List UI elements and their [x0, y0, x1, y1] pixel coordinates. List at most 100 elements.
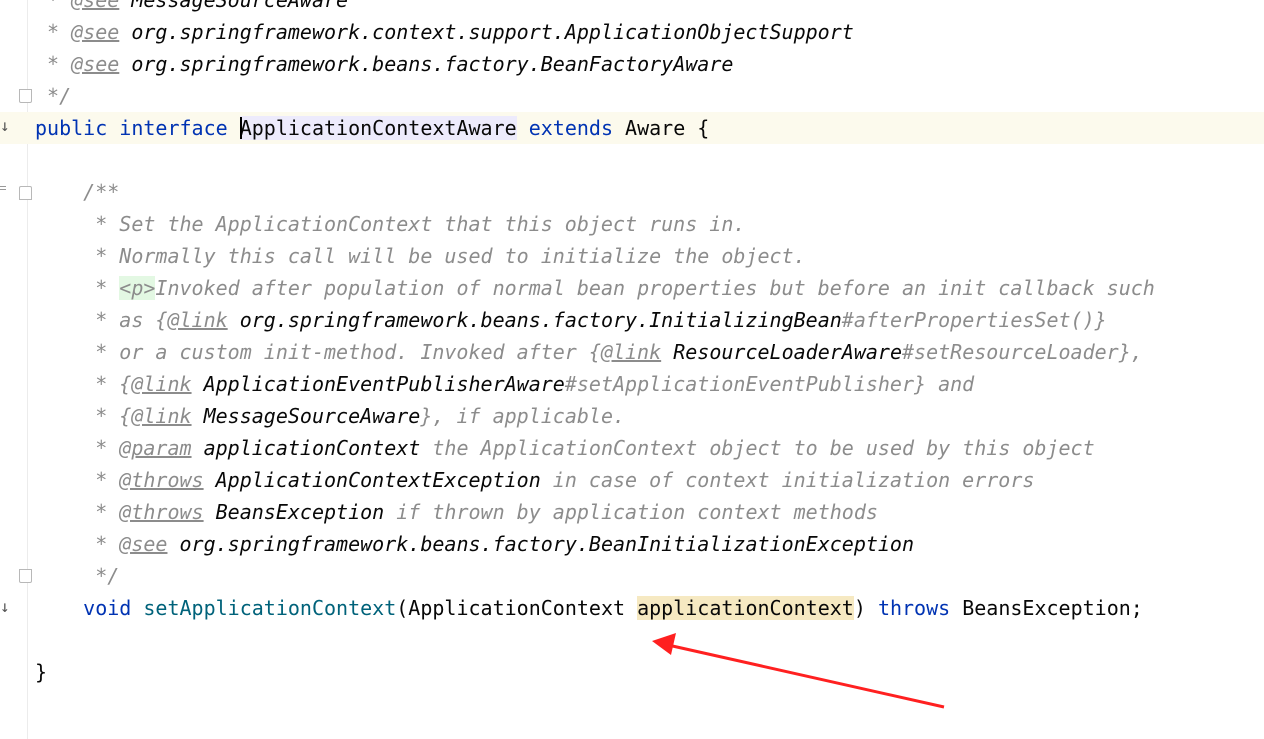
code-token: applicationContext — [203, 436, 421, 460]
code-line[interactable]: * {@link ApplicationEventPublisherAware#… — [0, 368, 1264, 400]
fold-end-icon[interactable] — [19, 569, 32, 583]
code-line[interactable]: */ — [0, 560, 1264, 592]
implemented-arrow-icon[interactable]: ↓ — [0, 599, 10, 615]
code-token: setApplicationContext — [143, 596, 397, 620]
code-token: MessageSourceAware — [131, 0, 349, 12]
fold-end-icon[interactable] — [19, 89, 32, 103]
code-token: @see — [119, 532, 168, 556]
code-token: in case of context initialization errors — [540, 468, 1035, 492]
code-line[interactable]: * Set the ApplicationContext that this o… — [0, 208, 1264, 240]
code-token: BeansException — [215, 500, 385, 524]
code-token: MessageSourceAware — [203, 404, 421, 428]
code-token: #setResourceLoader}, — [901, 340, 1143, 364]
code-line[interactable]: */ — [0, 80, 1264, 112]
fold-start-icon[interactable] — [19, 186, 32, 200]
code-line[interactable]: * @see org.springframework.beans.factory… — [0, 528, 1264, 560]
code-token: @see — [71, 0, 120, 12]
code-token: @see — [71, 20, 120, 44]
code-token: void — [83, 596, 132, 620]
code-token: * — [35, 532, 120, 556]
doc-lines-icon — [0, 186, 6, 192]
code-token: #setApplicationEventPublisher} and — [564, 372, 975, 396]
code-token: org.springframework.beans.factory.BeanIn… — [179, 532, 915, 556]
code-token: * Set the ApplicationContext that this o… — [35, 212, 746, 236]
code-line[interactable]: public interface ApplicationContextAware… — [0, 112, 1264, 144]
code-token: Aware { — [613, 116, 710, 140]
implemented-arrow-icon[interactable]: ↓ — [0, 118, 10, 134]
code-line[interactable]: void setApplicationContext(ApplicationCo… — [0, 592, 1264, 624]
code-line[interactable]: * @param applicationContext the Applicat… — [0, 432, 1264, 464]
code-token: #afterPropertiesSet()} — [841, 308, 1107, 332]
code-token: } — [35, 660, 48, 684]
code-line[interactable] — [0, 144, 1264, 176]
code-line[interactable]: * as {@link org.springframework.beans.fa… — [0, 304, 1264, 336]
code-token: * — [35, 52, 72, 76]
code-token: * { — [35, 404, 132, 428]
code-token: */ — [35, 84, 72, 108]
code-token: * — [35, 436, 120, 460]
code-token: interface — [119, 116, 228, 140]
code-token: Invoked after population of normal bean … — [155, 276, 1155, 300]
code-line[interactable]: * @throws ApplicationContextException in… — [0, 464, 1264, 496]
code-line[interactable]: * @see MessageSourceAware — [0, 0, 1264, 16]
code-token: extends — [528, 116, 614, 140]
code-token: public — [35, 116, 108, 140]
code-token: ) — [853, 596, 878, 620]
code-token: <p> — [119, 276, 156, 300]
code-line[interactable]: /** — [0, 176, 1264, 208]
code-token: */ — [35, 564, 120, 588]
code-line[interactable]: * Normally this call will be used to ini… — [0, 240, 1264, 272]
code-line[interactable]: * or a custom init-method. Invoked after… — [0, 336, 1264, 368]
code-token: @throws — [119, 468, 204, 492]
code-token: ApplicationEventPublisherAware — [203, 372, 565, 396]
code-token: * Normally this call will be used to ini… — [35, 244, 806, 268]
code-token: * — [35, 468, 120, 492]
code-line[interactable]: * @see org.springframework.context.suppo… — [0, 16, 1264, 48]
code-token: * — [35, 20, 72, 44]
code-line[interactable]: } — [0, 656, 1264, 688]
code-line[interactable]: * {@link MessageSourceAware}, if applica… — [0, 400, 1264, 432]
code-line[interactable]: * @throws BeansException if thrown by ap… — [0, 496, 1264, 528]
code-token: @link — [131, 372, 192, 396]
code-line[interactable] — [0, 624, 1264, 656]
code-token: * — [35, 500, 120, 524]
code-token: BeansException; — [950, 596, 1143, 620]
code-token: }, if applicable. — [420, 404, 626, 428]
code-token: ApplicationContextAware — [239, 116, 517, 140]
code-token: @link — [167, 308, 228, 332]
code-token: @link — [600, 340, 662, 364]
code-token: /** — [35, 180, 120, 204]
code-token: * — [35, 0, 72, 12]
code-token: ResourceLoaderAware — [673, 340, 902, 364]
code-token: throws — [877, 596, 951, 620]
code-token: * { — [35, 372, 132, 396]
code-token: the ApplicationContext object to be used… — [420, 436, 1095, 460]
code-token: @link — [131, 404, 192, 428]
code-token: * or a custom init-method. Invoked after… — [35, 340, 601, 364]
code-token: org.springframework.context.support.Appl… — [131, 20, 854, 44]
code-token: applicationContext — [637, 596, 854, 620]
code-token: org.springframework.beans.factory.Initia… — [239, 308, 842, 332]
code-token: * — [35, 276, 120, 300]
code-line[interactable]: * @see org.springframework.beans.factory… — [0, 48, 1264, 80]
code-token: @param — [119, 436, 192, 460]
code-line[interactable]: * <p>Invoked after population of normal … — [0, 272, 1264, 304]
code-token: @see — [71, 52, 120, 76]
code-token: (ApplicationContext — [396, 596, 638, 620]
code-token: @throws — [119, 500, 204, 524]
